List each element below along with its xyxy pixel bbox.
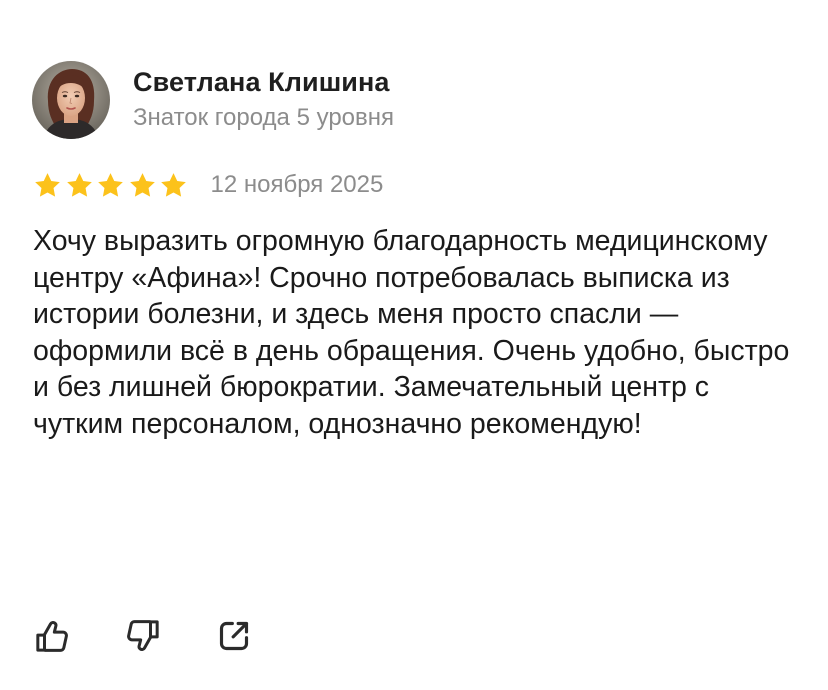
review-text: Хочу выразить огромную благодарность мед… xyxy=(33,225,790,440)
dislike-button[interactable] xyxy=(121,614,165,658)
review-header: Светлана Клишина Знаток города 5 уровня xyxy=(32,60,394,140)
star-icon xyxy=(98,172,123,197)
avatar[interactable] xyxy=(32,61,110,139)
star-icon xyxy=(35,172,60,197)
review-date: 12 ноября 2025 xyxy=(210,171,384,198)
author-level: Знаток города 5 уровня xyxy=(133,104,395,131)
star-rating xyxy=(33,171,191,200)
author-name[interactable]: Светлана Клишина xyxy=(133,65,394,99)
like-button[interactable] xyxy=(30,614,74,658)
review-meta: 12 ноября 2025 xyxy=(33,168,383,202)
star-icon xyxy=(66,172,92,197)
thumbs-up-icon xyxy=(36,620,68,652)
star-icon xyxy=(161,172,186,197)
review-card: Светлана Клишина Знаток города 5 уровня … xyxy=(0,0,828,690)
review-actions xyxy=(30,614,303,658)
share-button[interactable] xyxy=(212,614,256,658)
star-icon xyxy=(129,172,155,197)
share-icon xyxy=(219,621,249,651)
avatar-image xyxy=(32,61,110,139)
author-info: Светлана Клишина Знаток города 5 уровня xyxy=(133,65,394,135)
thumbs-down-icon xyxy=(127,620,159,652)
